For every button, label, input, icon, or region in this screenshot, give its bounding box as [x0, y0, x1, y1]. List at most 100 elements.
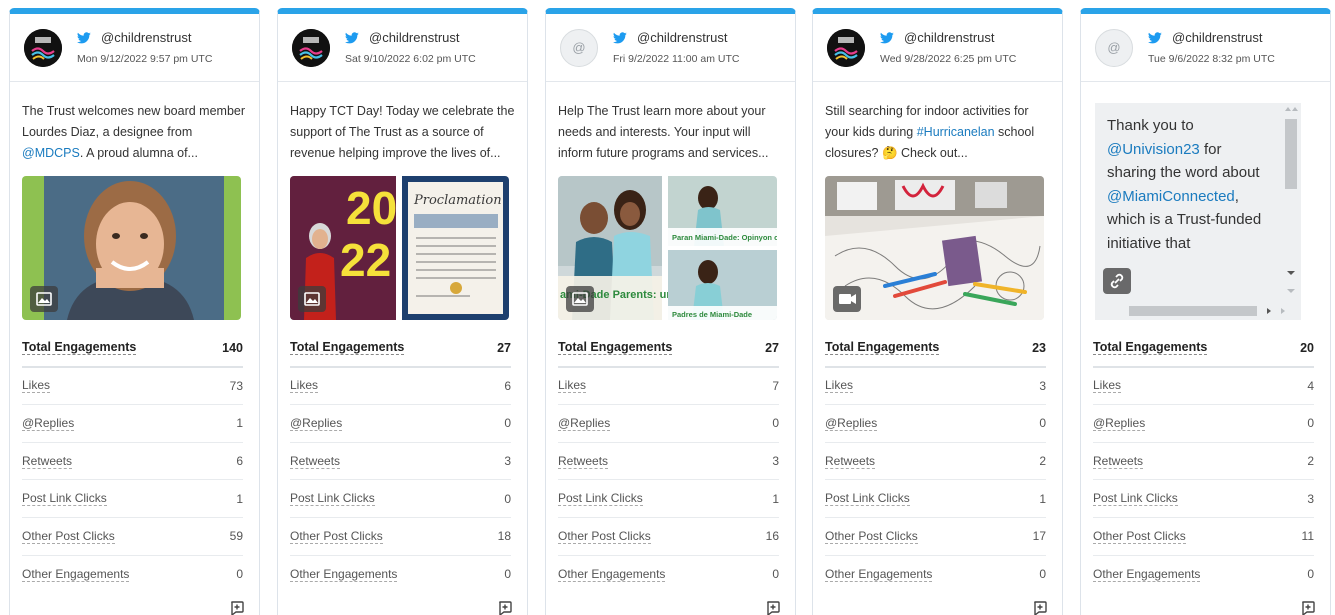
post-image-gallery[interactable]: ami-Dade Parents: ur Opinion Matters Par…	[558, 176, 777, 320]
post-timestamp: Tue 9/6/2022 8:32 pm UTC	[1148, 53, 1275, 65]
avatar[interactable]	[24, 29, 62, 67]
stat-other-post-clicks: Other Post Clicks 17	[825, 518, 1046, 556]
account-handle[interactable]: @childrenstrust	[637, 30, 728, 45]
stat-other-engagements: Other Engagements 0	[22, 566, 243, 582]
stat-other-engagements: Other Engagements 0	[825, 566, 1046, 582]
post-header: @childrenstrust Wed 9/28/2022 6:25 pm UT…	[813, 14, 1062, 82]
avatar[interactable]: @	[560, 29, 598, 67]
post-header: @childrenstrust Sat 9/10/2022 6:02 pm UT…	[278, 14, 527, 82]
twitter-icon	[613, 31, 627, 43]
image-icon	[36, 292, 52, 306]
stat-likes: Likes 73	[22, 368, 243, 406]
video-badge	[833, 286, 861, 312]
post-text: Thank you to @Univision23 for sharing th…	[1107, 117, 1262, 252]
post-text-scrollbox[interactable]: Thank you to @Univision23 for sharing th…	[1095, 103, 1301, 320]
stat-likes: Likes 7	[558, 368, 779, 406]
stat-total-engagements: Total Engagements 23	[825, 330, 1046, 368]
post-card[interactable]: @childrenstrust Wed 9/28/2022 6:25 pm UT…	[812, 8, 1063, 615]
post-timestamp: Sat 9/10/2022 6:02 pm UTC	[345, 53, 476, 65]
reply-icon[interactable]	[229, 600, 245, 615]
mention-link[interactable]: @MDCPS	[22, 146, 80, 160]
avatar[interactable]	[292, 29, 330, 67]
post-header: @childrenstrust Mon 9/12/2022 9:57 pm UT…	[10, 14, 259, 82]
engagement-stats: Total Engagements 23 Likes 3 @Replies 0 Ret…	[825, 330, 1046, 593]
stat-retweets: Retweets 2	[1093, 443, 1314, 481]
stat-post-link-clicks: Post Link Clicks 1	[825, 480, 1046, 518]
account-handle[interactable]: @childrenstrust	[369, 30, 460, 45]
mention-link[interactable]: @MiamiConnected	[1107, 188, 1235, 205]
avatar[interactable]	[827, 29, 865, 67]
post-card[interactable]: @ @childrenstrust Fri 9/2/2022 11:00 am …	[545, 8, 796, 615]
stat-post-link-clicks: Post Link Clicks 3	[1093, 480, 1314, 518]
svg-text:Padres de Miami-Dade: Padres de Miami-Dade	[672, 310, 752, 319]
reply-icon[interactable]	[1300, 600, 1316, 615]
link-icon	[1110, 273, 1124, 289]
post-timestamp: Fri 9/2/2022 11:00 am UTC	[613, 53, 740, 65]
image-badge	[298, 286, 326, 312]
twitter-icon	[77, 31, 91, 43]
post-text: The Trust welcomes new board member Lour…	[22, 104, 246, 160]
post-card[interactable]: @ @childrenstrust Tue 9/6/2022 8:32 pm U…	[1080, 8, 1331, 615]
image-badge	[30, 286, 58, 312]
stat-other-engagements: Other Engagements 0	[558, 566, 779, 582]
twitter-icon	[345, 31, 359, 43]
image-icon	[304, 292, 320, 306]
engagement-stats: Total Engagements 27 Likes 6 @Replies 0 Ret…	[290, 330, 511, 593]
stat-retweets: Retweets 3	[558, 443, 779, 481]
svg-text:Proclamation: Proclamation	[413, 193, 502, 208]
stat-total-engagements: Total Engagements 140	[22, 330, 243, 368]
account-handle[interactable]: @childrenstrust	[101, 30, 192, 45]
stat-post-link-clicks: Post Link Clicks 1	[22, 480, 243, 518]
horizontal-scrollbar[interactable]	[1095, 302, 1285, 320]
stat-retweets: Retweets 6	[22, 443, 243, 481]
engagement-stats: Total Engagements 140 Likes 73 @Replies 1 R…	[22, 330, 243, 593]
hashtag-link[interactable]: #Hurricanelan	[917, 125, 995, 139]
image-badge	[566, 286, 594, 312]
stat-likes: Likes 3	[825, 368, 1046, 406]
stat-total-engagements: Total Engagements 27	[290, 330, 511, 368]
vertical-scrollbar[interactable]	[1281, 103, 1301, 303]
post-text: Help The Trust learn more about your nee…	[558, 104, 769, 160]
link-badge	[1103, 268, 1131, 294]
post-text: Still searching for indoor activities fo…	[825, 104, 1035, 160]
post-image-gallery[interactable]: 20 22 Proclamation	[290, 176, 509, 320]
stat-other-post-clicks: Other Post Clicks 16	[558, 518, 779, 556]
reply-icon[interactable]	[497, 600, 513, 615]
post-card[interactable]: @childrenstrust Mon 9/12/2022 9:57 pm UT…	[9, 8, 260, 615]
stat-other-engagements: Other Engagements 0	[290, 566, 511, 582]
post-image[interactable]	[22, 176, 241, 320]
avatar-placeholder-icon: @	[1107, 40, 1121, 55]
reply-icon[interactable]	[1032, 600, 1048, 615]
stat-likes: Likes 4	[1093, 368, 1314, 406]
stat-other-engagements: Other Engagements 0	[1093, 566, 1314, 582]
stat-retweets: Retweets 3	[290, 443, 511, 481]
post-header: @ @childrenstrust Tue 9/6/2022 8:32 pm U…	[1081, 14, 1330, 82]
engagement-stats: Total Engagements 20 Likes 4 @Replies 0 Ret…	[1093, 330, 1314, 593]
account-handle[interactable]: @childrenstrust	[1172, 30, 1263, 45]
twitter-icon	[1148, 31, 1162, 43]
stat-other-post-clicks: Other Post Clicks 59	[22, 518, 243, 556]
post-text: Happy TCT Day! Today we celebrate the su…	[290, 104, 515, 160]
reply-icon[interactable]	[765, 600, 781, 615]
stat-replies: @Replies 0	[558, 405, 779, 443]
stat-total-engagements: Total Engagements 20	[1093, 330, 1314, 368]
childrens-trust-logo-icon	[24, 29, 62, 67]
post-video[interactable]	[825, 176, 1044, 320]
svg-text:22: 22	[340, 234, 391, 286]
mention-link[interactable]: @Univision23	[1107, 141, 1200, 158]
avatar-placeholder-icon: @	[572, 40, 586, 55]
stat-likes: Likes 6	[290, 368, 511, 406]
account-handle[interactable]: @childrenstrust	[904, 30, 995, 45]
post-timestamp: Wed 9/28/2022 6:25 pm UTC	[880, 53, 1017, 65]
avatar[interactable]: @	[1095, 29, 1133, 67]
svg-text:20: 20	[346, 182, 397, 234]
engagement-stats: Total Engagements 27 Likes 7 @Replies 0 Ret…	[558, 330, 779, 593]
stat-replies: @Replies 1	[22, 405, 243, 443]
stat-post-link-clicks: Post Link Clicks 1	[558, 480, 779, 518]
post-card[interactable]: @childrenstrust Sat 9/10/2022 6:02 pm UT…	[277, 8, 528, 615]
stat-replies: @Replies 0	[825, 405, 1046, 443]
stat-retweets: Retweets 2	[825, 443, 1046, 481]
stat-other-post-clicks: Other Post Clicks 11	[1093, 518, 1314, 556]
stat-post-link-clicks: Post Link Clicks 0	[290, 480, 511, 518]
stat-other-post-clicks: Other Post Clicks 18	[290, 518, 511, 556]
